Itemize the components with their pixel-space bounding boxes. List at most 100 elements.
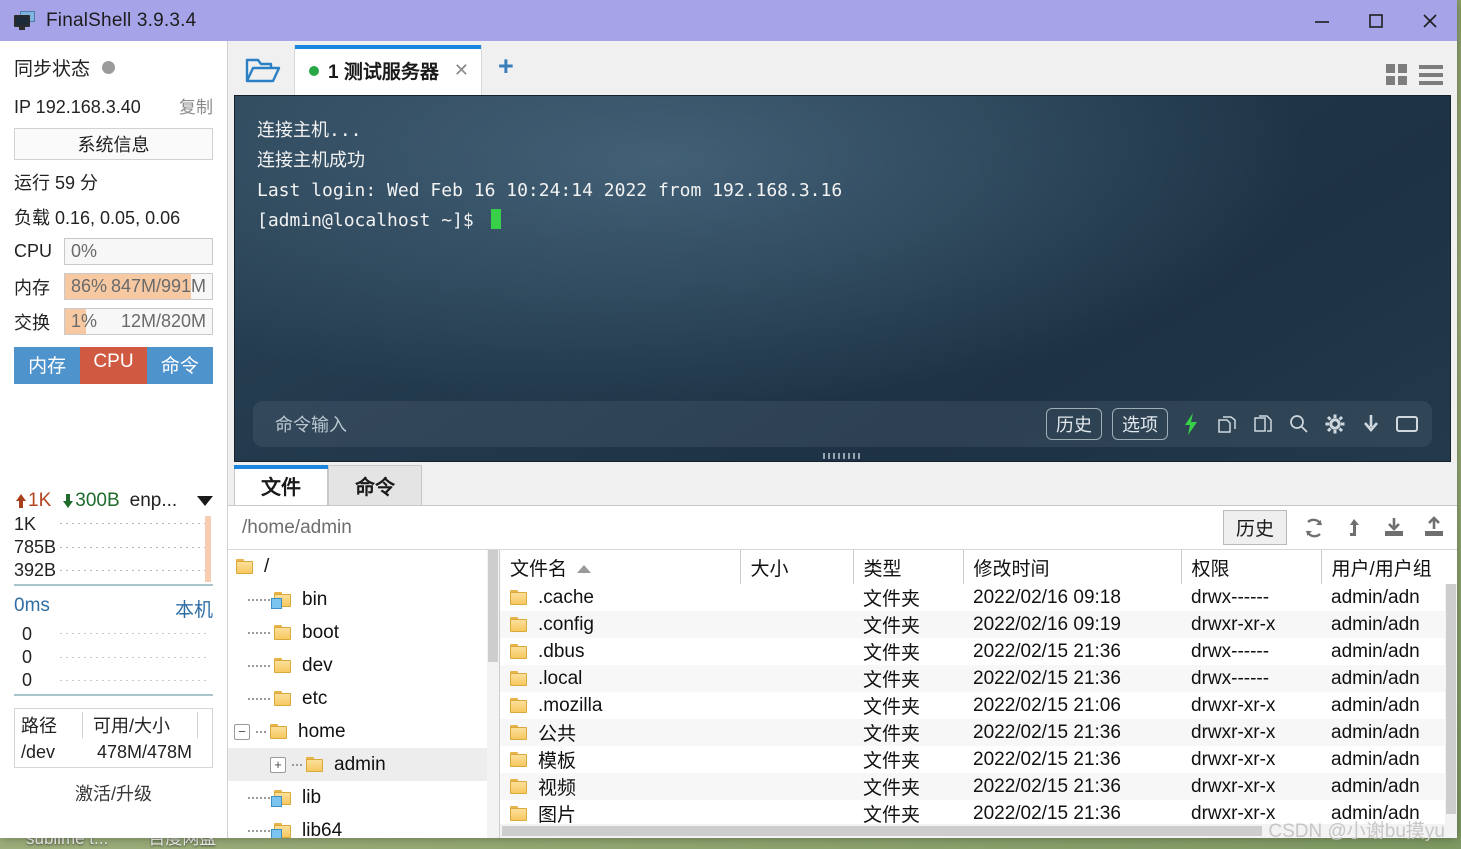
upload-icon[interactable] (1421, 515, 1447, 541)
swap-meter-detail: 12M/820M (120, 311, 206, 331)
graph-tab-memory[interactable]: 内存 (14, 347, 81, 384)
collapse-toggle-icon[interactable]: − (234, 723, 250, 740)
directory-tree[interactable]: / bin boot dev etc − home + admin lib li… (228, 550, 500, 838)
network-download: 300B (61, 490, 120, 512)
paste-icon[interactable] (1250, 411, 1276, 437)
folder-link-icon (271, 592, 292, 609)
table-row[interactable]: .dbus 文件夹 2022/02/15 21:36 drwx------ admin/… (500, 638, 1457, 665)
column-header-modified[interactable]: 修改时间 (963, 550, 1182, 584)
network-upload-value: 1K (28, 490, 52, 511)
activate-upgrade-link[interactable]: 激活/升级 (0, 780, 227, 806)
add-tab-button[interactable]: + (482, 52, 528, 84)
tree-item-admin[interactable]: + admin (228, 748, 499, 781)
column-header-permissions[interactable]: 权限 (1181, 550, 1322, 584)
file-name-cell: .mozilla (500, 692, 740, 719)
file-name-label: 公共 (538, 724, 577, 745)
sort-ascending-icon (577, 564, 592, 573)
tab-files[interactable]: 文件 (234, 465, 328, 505)
copy-icon[interactable] (1214, 411, 1240, 437)
table-row[interactable]: 视频 文件夹 2022/02/15 21:36 drwxr-xr-x admin/adn (500, 773, 1457, 800)
terminal-output[interactable]: 连接主机... 连接主机成功 Last login: Wed Feb 16 10… (234, 95, 1451, 462)
swap-meter-label: 交换 (14, 312, 50, 333)
tree-item-lib[interactable]: lib (228, 781, 499, 814)
table-row[interactable]: 公共 文件夹 2022/02/15 21:36 drwxr-xr-x admin/adn (500, 719, 1457, 746)
close-icon[interactable] (1403, 0, 1457, 41)
terminal-line-1: 连接主机成功 (257, 150, 365, 171)
tree-item-root[interactable]: / (228, 550, 499, 583)
close-icon[interactable]: ✕ (454, 60, 469, 81)
swap-meter-value: 1% (71, 311, 98, 331)
file-list-scrollbar[interactable] (1445, 584, 1457, 824)
table-row[interactable]: 模板 文件夹 2022/02/15 21:36 drwxr-xr-x admin/adn (500, 746, 1457, 773)
tree-item-lib64[interactable]: lib64 (228, 814, 499, 838)
expand-toggle-icon[interactable]: + (270, 756, 286, 773)
hamburger-menu-icon[interactable] (1419, 64, 1443, 85)
tree-item-dev[interactable]: dev (228, 649, 499, 682)
options-button[interactable]: 选项 (1112, 408, 1168, 440)
maximize-icon[interactable] (1349, 0, 1403, 41)
file-name-cell: 模板 (500, 746, 740, 773)
tree-item-home[interactable]: − home (228, 715, 499, 748)
chevron-down-icon[interactable] (197, 496, 213, 506)
lightning-icon[interactable] (1178, 411, 1204, 437)
system-info-button[interactable]: 系统信息 (14, 128, 213, 160)
window-icon[interactable] (1394, 411, 1420, 437)
file-list-hscrollbar[interactable] (500, 824, 1457, 838)
tree-item-boot[interactable]: boot (228, 616, 499, 649)
file-modified-cell: 2022/02/16 09:18 (973, 586, 1121, 608)
graph-tab-cpu[interactable]: CPU (80, 347, 147, 384)
tree-item-label: dev (302, 654, 333, 676)
file-name-label: .mozilla (538, 694, 603, 716)
file-permissions-cell: drwxr-xr-x (1191, 613, 1276, 635)
table-row[interactable]: .config 文件夹 2022/02/16 09:19 drwxr-xr-x admi… (500, 611, 1457, 638)
folder-icon (274, 691, 292, 706)
table-row[interactable]: 图片 文件夹 2022/02/15 21:36 drwxr-xr-x admin/adn (500, 800, 1457, 827)
download-icon[interactable] (1358, 411, 1384, 437)
column-header-size[interactable]: 大小 (740, 550, 854, 584)
column-header-filename[interactable]: 文件名 (500, 550, 741, 584)
table-row[interactable]: .mozilla 文件夹 2022/02/15 21:06 drwxr-xr-x adm… (500, 692, 1457, 719)
folder-icon (510, 779, 528, 794)
minimize-icon[interactable] (1295, 0, 1349, 41)
folder-icon (510, 752, 528, 767)
terminal-resize-grip[interactable] (822, 453, 863, 459)
file-owner-cell: admin/adn (1331, 694, 1420, 716)
tree-item-label: home (298, 720, 346, 742)
file-permissions-cell: drwx------ (1191, 640, 1270, 662)
command-input-bar[interactable]: 命令输入 历史 选项 (253, 401, 1432, 447)
search-icon[interactable] (1286, 411, 1312, 437)
gear-icon[interactable] (1322, 411, 1348, 437)
grid-view-icon[interactable] (1386, 64, 1407, 85)
open-folder-icon[interactable] (232, 45, 294, 95)
file-permissions-cell: drwxr-xr-x (1191, 694, 1276, 716)
network-axis-label-0: 1K (14, 514, 37, 534)
session-tab-1[interactable]: 1 测试服务器 ✕ (294, 45, 482, 95)
network-chart: 1K 785B 392B (14, 514, 213, 586)
up-directory-icon[interactable] (1341, 515, 1367, 541)
latency-axis-label-2: 0 (22, 670, 33, 690)
window-body: 同步状态 IP 192.168.3.40 复制 系统信息 运行 59 分 负载 … (0, 41, 1457, 838)
tree-item-bin[interactable]: bin (228, 583, 499, 616)
path-input[interactable]: /home/admin (242, 517, 352, 539)
copy-ip-button[interactable]: 复制 (179, 93, 213, 118)
history-button[interactable]: 历史 (1046, 408, 1102, 440)
table-row[interactable]: .cache 文件夹 2022/02/16 09:18 drwx------ admin… (500, 584, 1457, 611)
path-history-button[interactable]: 历史 (1222, 510, 1287, 545)
tree-scrollbar[interactable] (487, 550, 499, 838)
column-header-owner[interactable]: 用户/用户组 (1321, 550, 1457, 584)
title-bar[interactable]: FinalShell 3.9.3.4 (0, 0, 1457, 41)
tab-commands[interactable]: 命令 (328, 465, 422, 505)
table-row[interactable]: .local 文件夹 2022/02/15 21:36 drwx------ admin… (500, 665, 1457, 692)
tree-item-etc[interactable]: etc (228, 682, 499, 715)
memory-meter-detail: 847M/991M (110, 276, 206, 296)
file-type-cell: 文件夹 (863, 589, 921, 610)
file-name-label: .cache (538, 586, 594, 608)
column-header-type[interactable]: 类型 (853, 550, 964, 584)
file-owner-cell: admin/adn (1331, 586, 1420, 608)
refresh-icon[interactable] (1301, 515, 1327, 541)
download-icon[interactable] (1381, 515, 1407, 541)
file-permissions-cell: drwxr-xr-x (1191, 775, 1276, 797)
graph-tab-command[interactable]: 命令 (146, 347, 213, 384)
file-owner-cell: admin/adn (1331, 775, 1420, 797)
file-type-cell: 文件夹 (863, 616, 921, 637)
